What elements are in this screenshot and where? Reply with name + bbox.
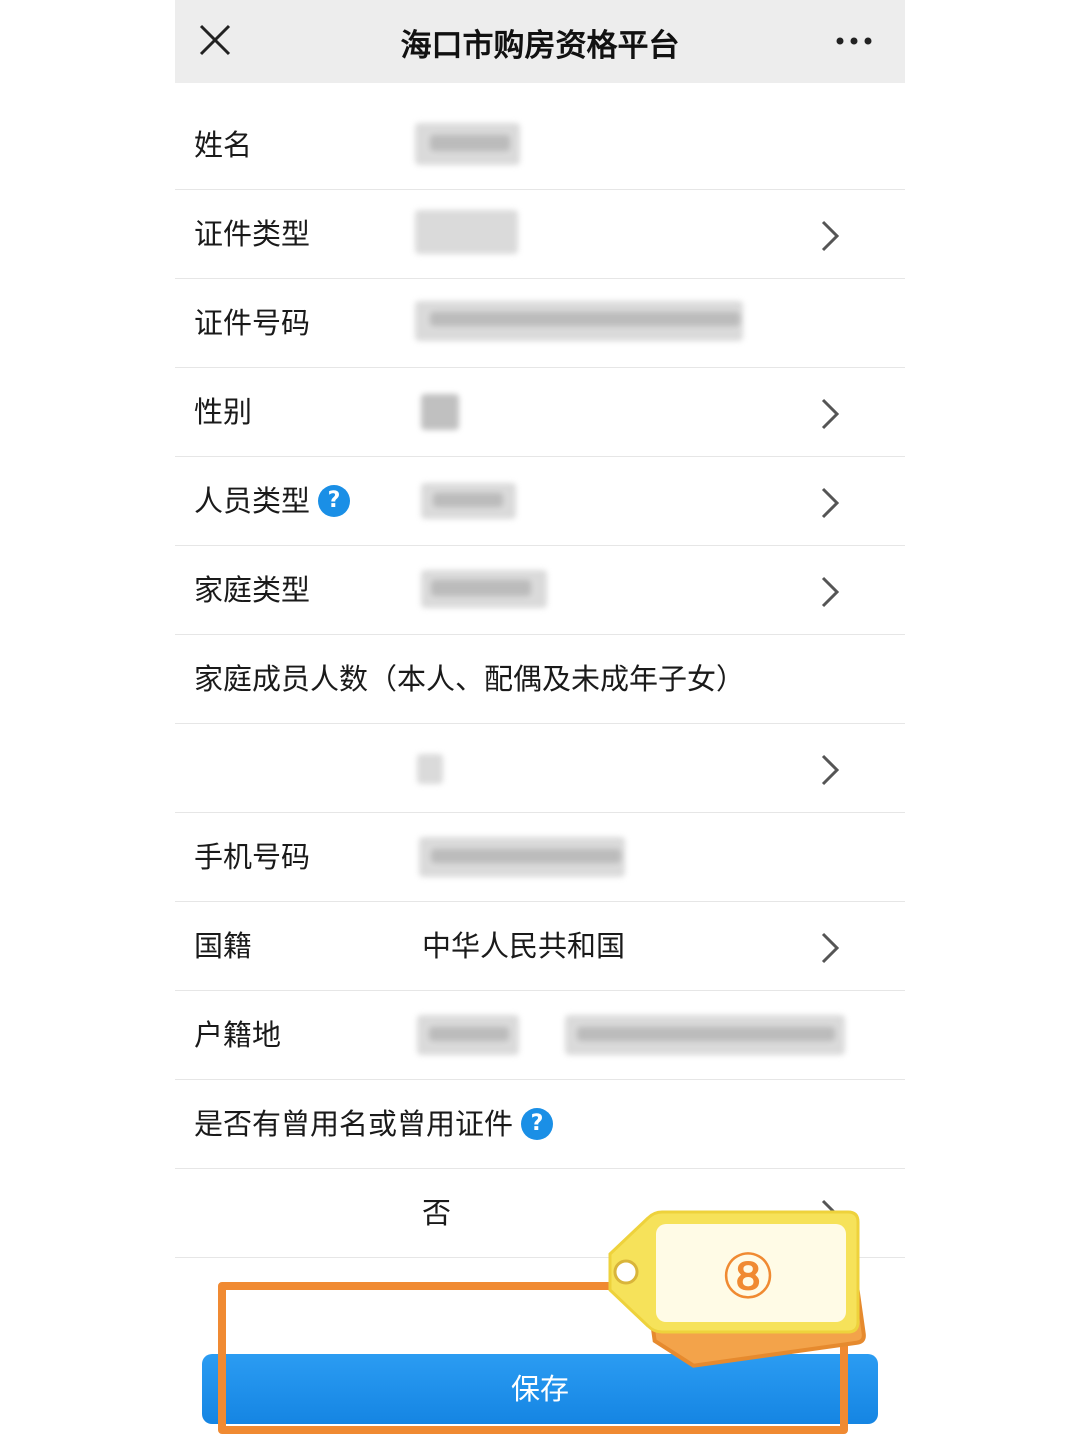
family-count-label: 家庭成员人数（本人、配偶及未成年子女）: [194, 662, 746, 696]
help-icon[interactable]: ?: [318, 485, 351, 517]
former-name-value: 否: [422, 1196, 452, 1230]
former-name-label: 是否有曾用名或曾用证件?: [194, 1080, 554, 1169]
id-type-value-redacted: [415, 210, 518, 254]
nationality-label: 国籍: [194, 929, 253, 963]
family-type-value-redacted-inner: [431, 580, 531, 596]
id-number-row[interactable]: 证件号码: [175, 279, 905, 368]
step-tag-icon: ⑧: [608, 1210, 866, 1368]
household-province-redacted-inner: [429, 1027, 509, 1041]
nationality-value: 中华人民共和国: [422, 929, 626, 963]
person-type-label: 人员类型?: [194, 457, 351, 546]
gender-row[interactable]: 性别: [175, 368, 905, 457]
family-count-label-row: 家庭成员人数（本人、配偶及未成年子女）: [175, 635, 905, 724]
chevron-right-icon: [821, 576, 840, 608]
id-number-value-redacted-inner: [430, 312, 740, 326]
household-city-redacted-inner: [577, 1027, 835, 1041]
chevron-right-icon: [821, 487, 840, 519]
household-label: 户籍地: [194, 1018, 282, 1052]
chevron-right-icon: [821, 398, 840, 430]
family-type-row[interactable]: 家庭类型: [175, 546, 905, 635]
household-row[interactable]: 户籍地: [175, 991, 905, 1080]
phone-label: 手机号码: [194, 840, 311, 874]
name-value-redacted-inner: [430, 135, 510, 151]
chevron-right-icon: [821, 754, 840, 786]
id-type-row[interactable]: 证件类型: [175, 190, 905, 279]
name-row[interactable]: 姓名: [175, 101, 905, 190]
person-type-label-text: 人员类型: [194, 484, 311, 518]
former-name-label-text: 是否有曾用名或曾用证件: [194, 1107, 514, 1141]
phone-value-redacted-inner: [431, 849, 621, 863]
chevron-right-icon: [821, 220, 840, 252]
id-number-label: 证件号码: [194, 306, 311, 340]
person-type-row[interactable]: 人员类型?: [175, 457, 905, 546]
name-label: 姓名: [194, 128, 253, 162]
step-number: ⑧: [720, 1240, 776, 1313]
family-count-row[interactable]: [175, 724, 905, 813]
person-type-value-redacted-inner: [433, 493, 503, 507]
family-count-value-redacted: [417, 754, 443, 784]
family-type-label: 家庭类型: [194, 573, 311, 607]
page-title: 海口市购房资格平台: [400, 28, 680, 64]
gender-label: 性别: [194, 395, 253, 429]
former-name-label-row: 是否有曾用名或曾用证件?: [175, 1080, 905, 1169]
phone-row[interactable]: 手机号码: [175, 813, 905, 902]
help-icon[interactable]: ?: [521, 1108, 554, 1140]
nationality-row[interactable]: 国籍 中华人民共和国: [175, 902, 905, 991]
more-icon[interactable]: [830, 24, 880, 58]
id-type-label: 证件类型: [194, 217, 311, 251]
gender-value-redacted: [421, 394, 459, 430]
chevron-right-icon: [821, 932, 840, 964]
top-navigation-bar: 海口市购房资格平台: [175, 0, 905, 83]
